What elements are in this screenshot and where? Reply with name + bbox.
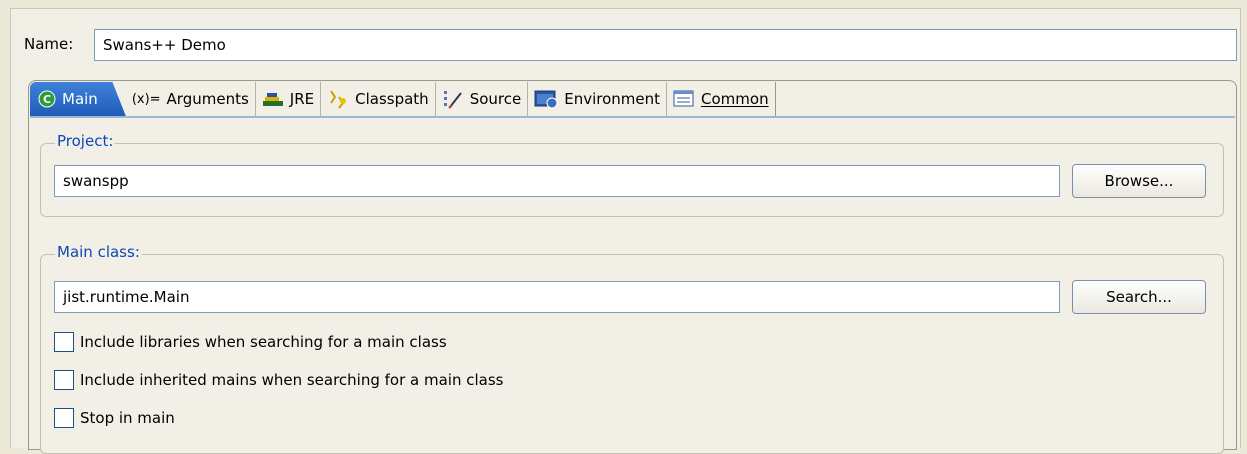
include-libraries-checkbox[interactable] [54,332,74,352]
tab-main[interactable]: C Main [30,82,126,116]
source-icon [442,89,464,109]
browse-button[interactable]: Browse... [1072,164,1206,198]
tab-source[interactable]: Source [435,82,529,116]
tab-common[interactable]: Common [667,82,776,116]
main-class-input[interactable]: jist.runtime.Main [54,281,1060,313]
tab-jre[interactable]: JRE [255,82,322,116]
include-inherited-option[interactable]: Include inherited mains when searching f… [54,368,503,392]
search-button[interactable]: Search... [1072,280,1206,314]
tab-common-label: Common [701,90,769,108]
project-input[interactable]: swanspp [54,165,1060,197]
environment-icon [534,89,558,109]
stop-in-main-option[interactable]: Stop in main [54,406,175,430]
name-label: Name: [24,35,74,53]
tab-main-label: Main [62,90,98,108]
main-class-icon: C [38,90,56,108]
tab-environment[interactable]: Environment [528,82,668,116]
common-icon [673,90,695,108]
stop-in-main-checkbox[interactable] [54,408,74,428]
include-inherited-checkbox[interactable] [54,370,74,390]
tab-jre-label: JRE [289,90,315,108]
tab-arguments-label: Arguments [166,90,249,108]
name-input[interactable]: Swans++ Demo [94,29,1237,61]
tab-environment-label: Environment [564,90,661,108]
include-inherited-label: Include inherited mains when searching f… [80,371,504,389]
tab-source-label: Source [469,90,522,108]
name-row: Name: [24,28,81,60]
arguments-icon: (x)= [131,91,161,107]
tab-classpath[interactable]: Classpath [321,82,436,116]
project-group-title: Project: [55,132,116,150]
main-class-group-title: Main class: [55,243,142,261]
stop-in-main-label: Stop in main [80,409,175,427]
include-libraries-label: Include libraries when searching for a m… [80,333,447,351]
tab-underline [30,116,1235,118]
svg-text:C: C [43,93,51,106]
include-libraries-option[interactable]: Include libraries when searching for a m… [54,330,447,354]
tab-strip: C Main (x)= Arguments JRE Classpath Sour… [30,82,776,116]
tab-classpath-label: Classpath [355,90,429,108]
classpath-icon [327,89,349,109]
jre-icon [262,90,284,108]
tab-arguments[interactable]: (x)= Arguments [125,82,256,116]
